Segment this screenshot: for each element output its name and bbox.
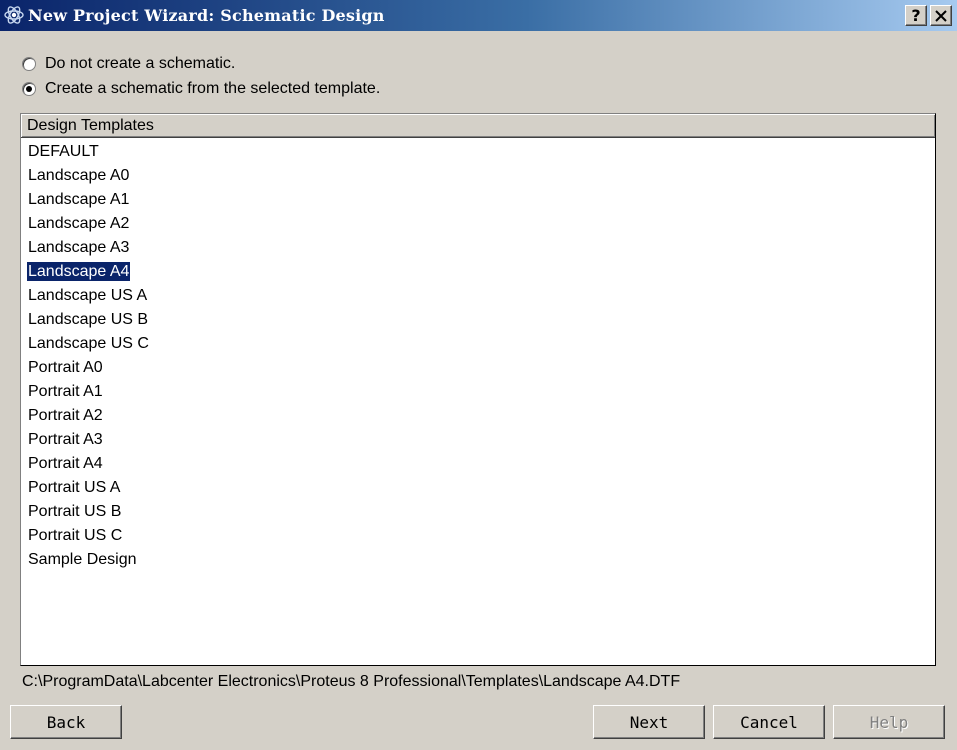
back-button[interactable]: Back (10, 705, 122, 739)
option-no-schematic[interactable]: Do not create a schematic. (22, 54, 235, 74)
item-label: Landscape US B (28, 311, 149, 328)
item-label: DEFAULT (28, 143, 99, 160)
design-templates-list[interactable]: Design Templates DEFAULT Landscape A0 La… (20, 113, 936, 666)
list-item[interactable]: Portrait US B (21, 500, 935, 524)
template-path: C:\ProgramData\Labcenter Electronics\Pro… (22, 673, 681, 690)
option-from-template[interactable]: Create a schematic from the selected tem… (22, 79, 380, 99)
next-button[interactable]: Next (593, 705, 705, 739)
list-item[interactable]: Portrait A2 (21, 404, 935, 428)
list-item[interactable]: Landscape US B (21, 308, 935, 332)
item-label: Landscape A3 (28, 239, 130, 256)
list-item[interactable]: Sample Design (21, 548, 935, 572)
list-item[interactable]: Portrait A0 (21, 356, 935, 380)
close-icon[interactable] (930, 5, 952, 26)
help-button[interactable]: Help (833, 705, 945, 739)
item-label: Landscape US C (28, 335, 149, 352)
item-label: Portrait A0 (28, 359, 103, 376)
list-item[interactable]: Landscape A3 (21, 236, 935, 260)
list-item[interactable]: Portrait A4 (21, 452, 935, 476)
item-label: Landscape A1 (28, 191, 130, 208)
window-title: New Project Wizard: Schematic Design (28, 6, 385, 25)
list-item[interactable]: Portrait A1 (21, 380, 935, 404)
radio-button[interactable] (22, 57, 36, 71)
item-label: Landscape US A (28, 287, 148, 304)
item-label: Portrait A3 (28, 431, 103, 448)
item-label: Portrait US C (28, 527, 123, 544)
item-label: Portrait A4 (28, 455, 103, 472)
option-label: Create a schematic from the selected tem… (45, 80, 381, 97)
cancel-button[interactable]: Cancel (713, 705, 825, 739)
list-item[interactable]: Landscape A1 (21, 188, 935, 212)
list-item[interactable]: Portrait US C (21, 524, 935, 548)
item-label: Landscape A0 (28, 167, 130, 184)
title-bar[interactable]: New Project Wizard: Schematic Design ? (0, 0, 957, 31)
item-label: Portrait A2 (28, 407, 103, 424)
item-label: Sample Design (28, 551, 137, 568)
item-label: Portrait US A (28, 479, 121, 496)
list-item-selected[interactable]: Landscape A4 (21, 260, 935, 284)
close-glyph (935, 9, 947, 22)
app-icon (4, 6, 24, 24)
list-item[interactable]: Landscape A2 (21, 212, 935, 236)
column-header[interactable]: Design Templates (21, 114, 935, 138)
help-icon[interactable]: ? (905, 5, 927, 26)
radio-button-checked[interactable] (22, 82, 36, 96)
list-item[interactable]: DEFAULT (21, 140, 935, 164)
list-item[interactable]: Portrait US A (21, 476, 935, 500)
list-item[interactable]: Landscape US C (21, 332, 935, 356)
item-label: Portrait A1 (28, 383, 103, 400)
list-item[interactable]: Landscape A0 (21, 164, 935, 188)
list-item[interactable]: Landscape US A (21, 284, 935, 308)
option-label: Do not create a schematic. (45, 55, 236, 72)
item-label: Landscape A4 (25, 261, 132, 282)
list-item[interactable]: Portrait A3 (21, 428, 935, 452)
list-items: DEFAULT Landscape A0 Landscape A1 Landsc… (21, 140, 935, 572)
item-label: Landscape A2 (28, 215, 130, 232)
item-label: Portrait US B (28, 503, 122, 520)
